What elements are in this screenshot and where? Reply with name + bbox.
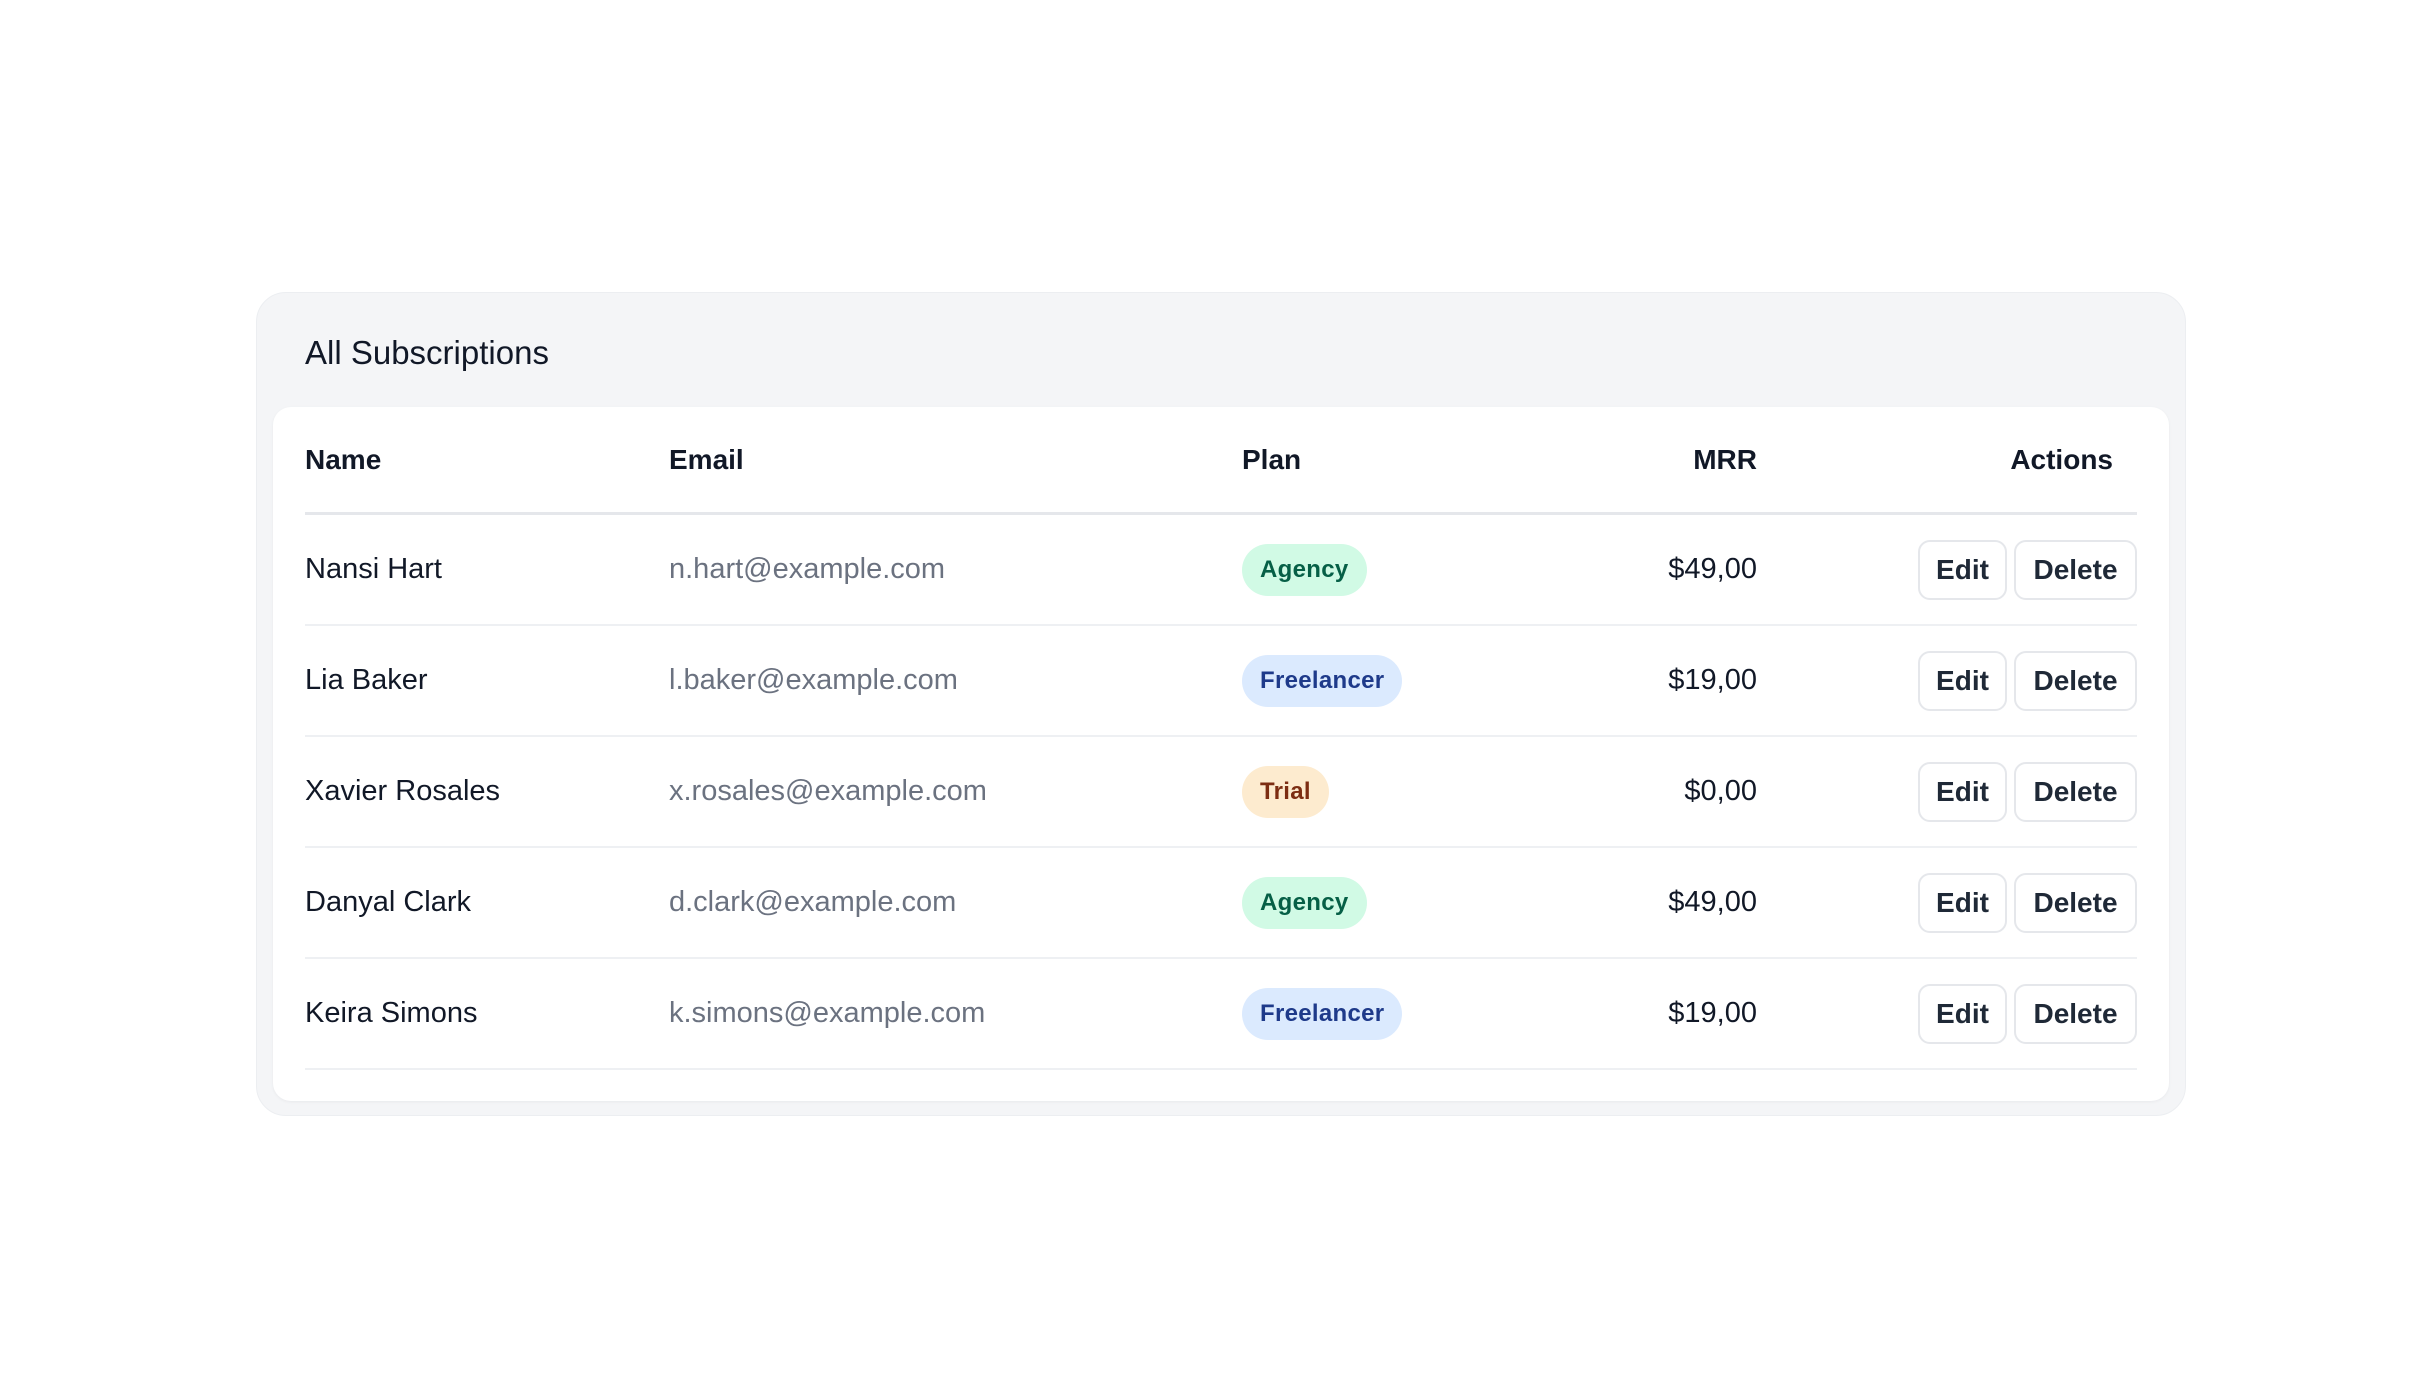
row-plan-cell: Freelancer (1242, 625, 1502, 737)
table-row: Keira Simons k.simons@example.com Freela… (305, 958, 2137, 1070)
column-header-mrr: MRR (1502, 407, 1757, 515)
subscriptions-table: Name Email Plan MRR Actions Nansi Hart n… (305, 407, 2137, 1070)
plan-badge: Freelancer (1242, 654, 1403, 707)
edit-button[interactable]: Edit (1918, 539, 2007, 600)
edit-button[interactable]: Edit (1918, 872, 2007, 933)
plan-badge: Agency (1242, 543, 1367, 596)
row-email: n.hart@example.com (669, 513, 1242, 626)
row-email: d.clark@example.com (669, 847, 1242, 959)
row-actions: Edit Delete (1757, 625, 2137, 737)
row-name: Xavier Rosales (305, 736, 669, 848)
table-header: Name Email Plan MRR Actions (305, 407, 2137, 515)
delete-button[interactable]: Delete (2014, 872, 2137, 933)
delete-button[interactable]: Delete (2014, 539, 2137, 600)
row-name: Danyal Clark (305, 847, 669, 959)
row-name: Keira Simons (305, 958, 669, 1070)
row-mrr: $19,00 (1502, 625, 1757, 737)
row-email: l.baker@example.com (669, 625, 1242, 737)
table-row: Lia Baker l.baker@example.com Freelancer… (305, 625, 2137, 737)
plan-badge: Freelancer (1242, 987, 1403, 1040)
row-plan-cell: Freelancer (1242, 958, 1502, 1070)
column-header-plan: Plan (1242, 407, 1502, 515)
row-mrr: $19,00 (1502, 958, 1757, 1070)
subscriptions-card: All Subscriptions Name Email Plan MRR Ac… (256, 292, 2186, 1116)
row-plan-cell: Trial (1242, 736, 1502, 848)
row-mrr: $49,00 (1502, 847, 1757, 959)
row-plan-cell: Agency (1242, 847, 1502, 959)
delete-button[interactable]: Delete (2014, 983, 2137, 1044)
row-actions: Edit Delete (1757, 513, 2137, 626)
column-header-email: Email (669, 407, 1242, 515)
row-email: x.rosales@example.com (669, 736, 1242, 848)
row-plan-cell: Agency (1242, 513, 1502, 626)
row-actions: Edit Delete (1757, 847, 2137, 959)
edit-button[interactable]: Edit (1918, 761, 2007, 822)
table-header-row: Name Email Plan MRR Actions (305, 407, 2137, 515)
table-body: Nansi Hart n.hart@example.com Agency $49… (305, 513, 2137, 1070)
row-actions: Edit Delete (1757, 958, 2137, 1070)
subscriptions-table-panel: Name Email Plan MRR Actions Nansi Hart n… (273, 407, 2169, 1101)
edit-button[interactable]: Edit (1918, 650, 2007, 711)
column-header-name: Name (305, 407, 669, 515)
row-actions: Edit Delete (1757, 736, 2137, 848)
table-row: Nansi Hart n.hart@example.com Agency $49… (305, 513, 2137, 626)
edit-button[interactable]: Edit (1918, 983, 2007, 1044)
plan-badge: Agency (1242, 876, 1367, 929)
delete-button[interactable]: Delete (2014, 650, 2137, 711)
row-name: Nansi Hart (305, 513, 669, 626)
delete-button[interactable]: Delete (2014, 761, 2137, 822)
table-row: Xavier Rosales x.rosales@example.com Tri… (305, 736, 2137, 848)
row-mrr: $0,00 (1502, 736, 1757, 848)
table-row: Danyal Clark d.clark@example.com Agency … (305, 847, 2137, 959)
column-header-actions: Actions (1757, 407, 2137, 515)
plan-badge: Trial (1242, 765, 1329, 818)
row-mrr: $49,00 (1502, 513, 1757, 626)
card-title: All Subscriptions (305, 334, 549, 371)
row-email: k.simons@example.com (669, 958, 1242, 1070)
row-name: Lia Baker (305, 625, 669, 737)
